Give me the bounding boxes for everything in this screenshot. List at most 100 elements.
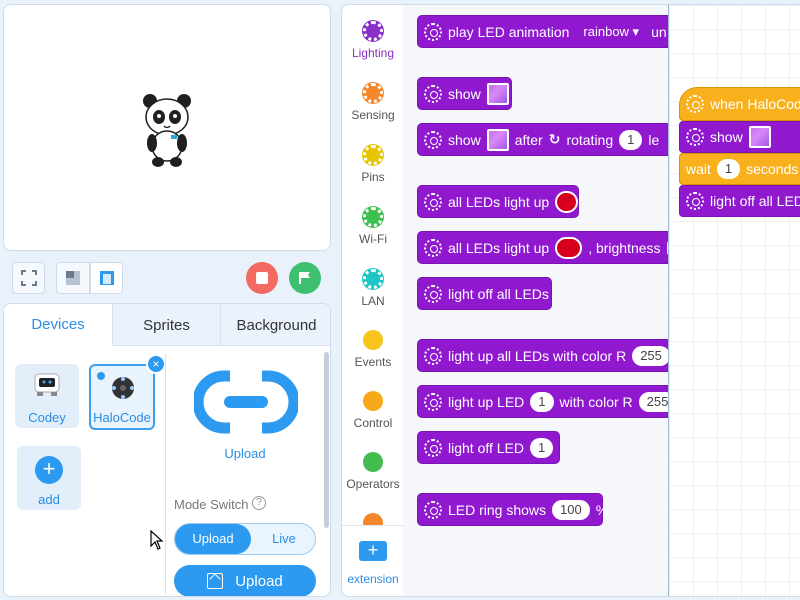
- halocode-block-icon: [424, 238, 442, 257]
- large-stage-button[interactable]: [90, 262, 123, 294]
- device-card-halocode[interactable]: HaloCode: [89, 364, 155, 430]
- block-text-tail: , brightness: [588, 239, 661, 256]
- red-value-input[interactable]: 255: [632, 345, 668, 366]
- color-picker[interactable]: [555, 236, 583, 259]
- mode-live-option[interactable]: Live: [251, 524, 317, 554]
- extension-icon[interactable]: +: [359, 541, 387, 561]
- animation-dropdown[interactable]: rainbow ▾: [583, 24, 639, 40]
- remove-device-button[interactable]: ×: [146, 354, 166, 374]
- block-all-leds-light-up[interactable]: all LEDs light up: [417, 185, 579, 218]
- block-light-off-led[interactable]: light off LED 1: [417, 431, 560, 464]
- mouse-cursor-icon: [150, 530, 164, 550]
- pins-icon: [363, 145, 383, 165]
- upload-button-label: Upload: [235, 572, 283, 590]
- events-icon: [363, 330, 383, 350]
- block-text: show: [448, 131, 481, 148]
- script-block-show[interactable]: show: [679, 121, 800, 153]
- block-light-off-all-leds[interactable]: light off all LEDs: [417, 277, 552, 310]
- block-text: wait: [686, 161, 711, 177]
- rotate-icon: ↻: [548, 131, 561, 147]
- extension-button[interactable]: extension: [342, 572, 404, 586]
- category-label: Sensing: [351, 108, 395, 122]
- panel-scrollbar[interactable]: [324, 352, 329, 528]
- block-light-up-led-rgb[interactable]: light up LED 1 with color R 255: [417, 385, 668, 418]
- category-sensing[interactable]: Sensing: [342, 83, 404, 122]
- color-picker[interactable]: [555, 190, 578, 213]
- block-categories: Lighting Sensing Pins Wi-Fi LAN Events C…: [341, 4, 404, 597]
- operators-icon: [363, 452, 383, 472]
- script-block-when-halocode[interactable]: when HaloCode: [679, 87, 800, 121]
- category-pins[interactable]: Pins: [342, 145, 404, 184]
- panel-tabs: Devices Sprites Background: [4, 304, 330, 346]
- add-device-button[interactable]: + add: [17, 446, 81, 510]
- category-events[interactable]: Events: [342, 330, 404, 369]
- devices-panel: Devices Sprites Background Codey HaloCod…: [3, 303, 331, 597]
- block-all-leds-brightness[interactable]: all LEDs light up , brightness: [417, 231, 668, 264]
- stop-button[interactable]: [246, 262, 278, 294]
- stage-toolbar: [12, 262, 332, 294]
- sensing-icon: [363, 83, 383, 103]
- halocode-block-icon: [424, 84, 442, 103]
- category-partial-icon: [363, 513, 383, 525]
- led-pattern-swatch[interactable]: [748, 126, 771, 148]
- small-stage-button[interactable]: [56, 262, 90, 294]
- upload-icon: [207, 573, 224, 589]
- tab-sprites[interactable]: Sprites: [113, 304, 221, 346]
- device-label-codey: Codey: [28, 410, 66, 425]
- category-divider: [342, 525, 404, 526]
- block-text: show: [448, 85, 481, 102]
- tab-background[interactable]: Background: [221, 304, 330, 346]
- mode-switch: Upload Live: [174, 523, 316, 555]
- mode-upload-option[interactable]: Upload: [175, 524, 251, 554]
- led-pattern-swatch[interactable]: [486, 128, 509, 151]
- help-icon[interactable]: ?: [252, 496, 266, 510]
- stage[interactable]: [3, 4, 331, 251]
- halocode-block-icon: [424, 500, 442, 519]
- number-input[interactable]: 1: [619, 129, 643, 150]
- led-index-input[interactable]: 1: [530, 391, 554, 412]
- block-text: light off all LEDs: [448, 285, 549, 302]
- block-show-rotating[interactable]: show after ↻ rotating 1 le: [417, 123, 668, 156]
- device-card-codey[interactable]: Codey: [15, 364, 79, 428]
- block-text: LED ring shows: [448, 501, 547, 518]
- category-control[interactable]: Control: [342, 391, 404, 430]
- category-partial[interactable]: [342, 513, 404, 525]
- tab-devices[interactable]: Devices: [4, 304, 113, 346]
- block-text: light up all LEDs with color R: [448, 347, 627, 364]
- block-show[interactable]: show: [417, 77, 512, 110]
- block-text: all LEDs light up: [448, 193, 550, 210]
- wait-seconds-input[interactable]: 1: [716, 159, 741, 179]
- led-pattern-swatch[interactable]: [486, 82, 509, 105]
- fullscreen-button[interactable]: [12, 262, 45, 294]
- halocode-block-icon: [686, 192, 704, 210]
- block-light-up-all-rgb[interactable]: light up all LEDs with color R 255: [417, 339, 668, 372]
- block-text: show: [710, 129, 743, 145]
- block-text-tail: seconds: [746, 161, 799, 177]
- script-block-wait[interactable]: wait 1 seconds: [679, 153, 800, 185]
- block-play-led-animation[interactable]: play LED animation rainbow ▾ un: [417, 15, 668, 48]
- halocode-block-icon: [424, 130, 442, 149]
- led-index-input[interactable]: 1: [530, 437, 554, 458]
- percent-input[interactable]: 100: [552, 499, 590, 520]
- script-workspace[interactable]: when HaloCode show wait 1 seconds light …: [668, 4, 800, 597]
- halocode-block-icon: [686, 95, 704, 113]
- red-value-input[interactable]: 255: [638, 391, 668, 412]
- wifi-icon: [363, 207, 383, 227]
- block-text: light off LED: [448, 439, 525, 456]
- add-label: add: [38, 492, 60, 507]
- category-lighting[interactable]: Lighting: [342, 21, 404, 60]
- script-block-light-off-all[interactable]: light off all LED: [679, 185, 800, 217]
- green-flag-button[interactable]: [289, 262, 321, 294]
- mode-switch-label: Mode Switch: [174, 497, 249, 512]
- block-text-tail: %: [595, 501, 609, 518]
- category-lan[interactable]: LAN: [342, 269, 404, 308]
- category-operators[interactable]: Operators: [342, 452, 404, 491]
- upload-button[interactable]: Upload: [174, 565, 316, 596]
- category-label: Operators: [346, 477, 400, 491]
- fullscreen-icon: [20, 270, 37, 286]
- block-led-ring-shows[interactable]: LED ring shows 100 %: [417, 493, 608, 526]
- category-wifi[interactable]: Wi-Fi: [342, 207, 404, 246]
- plus-icon: +: [35, 456, 63, 484]
- halocode-block-icon: [424, 438, 442, 457]
- panda-sprite[interactable]: [140, 93, 196, 169]
